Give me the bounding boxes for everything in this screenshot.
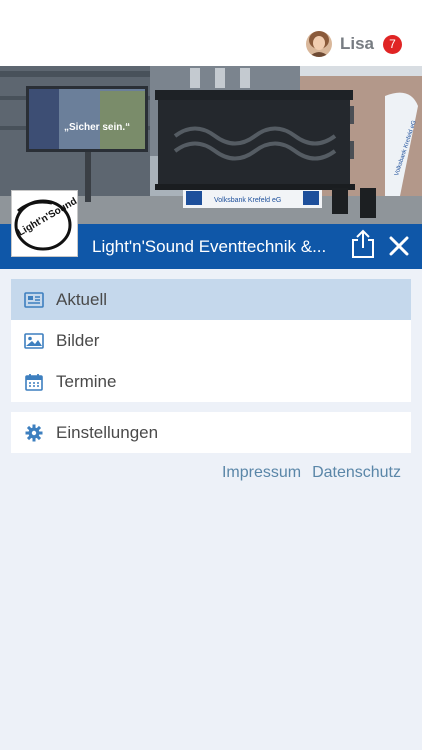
- notification-badge[interactable]: 7: [383, 34, 402, 54]
- menu-item-termine[interactable]: Termine: [11, 361, 411, 402]
- share-button[interactable]: [350, 229, 376, 259]
- close-icon: [389, 236, 409, 256]
- calendar-icon: [23, 371, 45, 393]
- menu-label-einstellungen: Einstellungen: [56, 422, 159, 442]
- menu-item-bilder[interactable]: Bilder: [11, 320, 411, 361]
- avatar[interactable]: [305, 31, 332, 57]
- page-title: Light'n'Sound Eventtechnik &...: [92, 237, 327, 256]
- gear-icon: [23, 422, 45, 444]
- menu-label-aktuell: Aktuell: [56, 289, 108, 309]
- user-profile[interactable]: Lisa 7: [305, 30, 402, 58]
- stage-banner-text: Volksbank Krefeld eG: [214, 197, 281, 204]
- image-icon: [23, 330, 45, 352]
- close-button[interactable]: [387, 234, 411, 258]
- newspaper-icon: [23, 289, 45, 311]
- menu-item-einstellungen[interactable]: Einstellungen: [11, 412, 411, 453]
- impressum-link[interactable]: Impressum: [222, 464, 301, 482]
- billboard-text: „Sicher sein.“: [64, 122, 130, 133]
- app-logo: Light'n'Sound: [11, 190, 79, 257]
- top-bar: Lisa 7: [0, 0, 422, 66]
- footer-links: Impressum Datenschutz: [222, 464, 401, 482]
- main-menu: Aktuell Bilder Termine: [11, 279, 411, 402]
- menu-item-aktuell[interactable]: Aktuell: [11, 279, 411, 320]
- menu-label-termine: Termine: [56, 371, 117, 391]
- settings-menu: Einstellungen: [11, 412, 411, 453]
- user-name[interactable]: Lisa: [340, 34, 374, 54]
- share-icon: [352, 229, 374, 258]
- menu-label-bilder: Bilder: [56, 330, 100, 350]
- datenschutz-link[interactable]: Datenschutz: [312, 464, 401, 482]
